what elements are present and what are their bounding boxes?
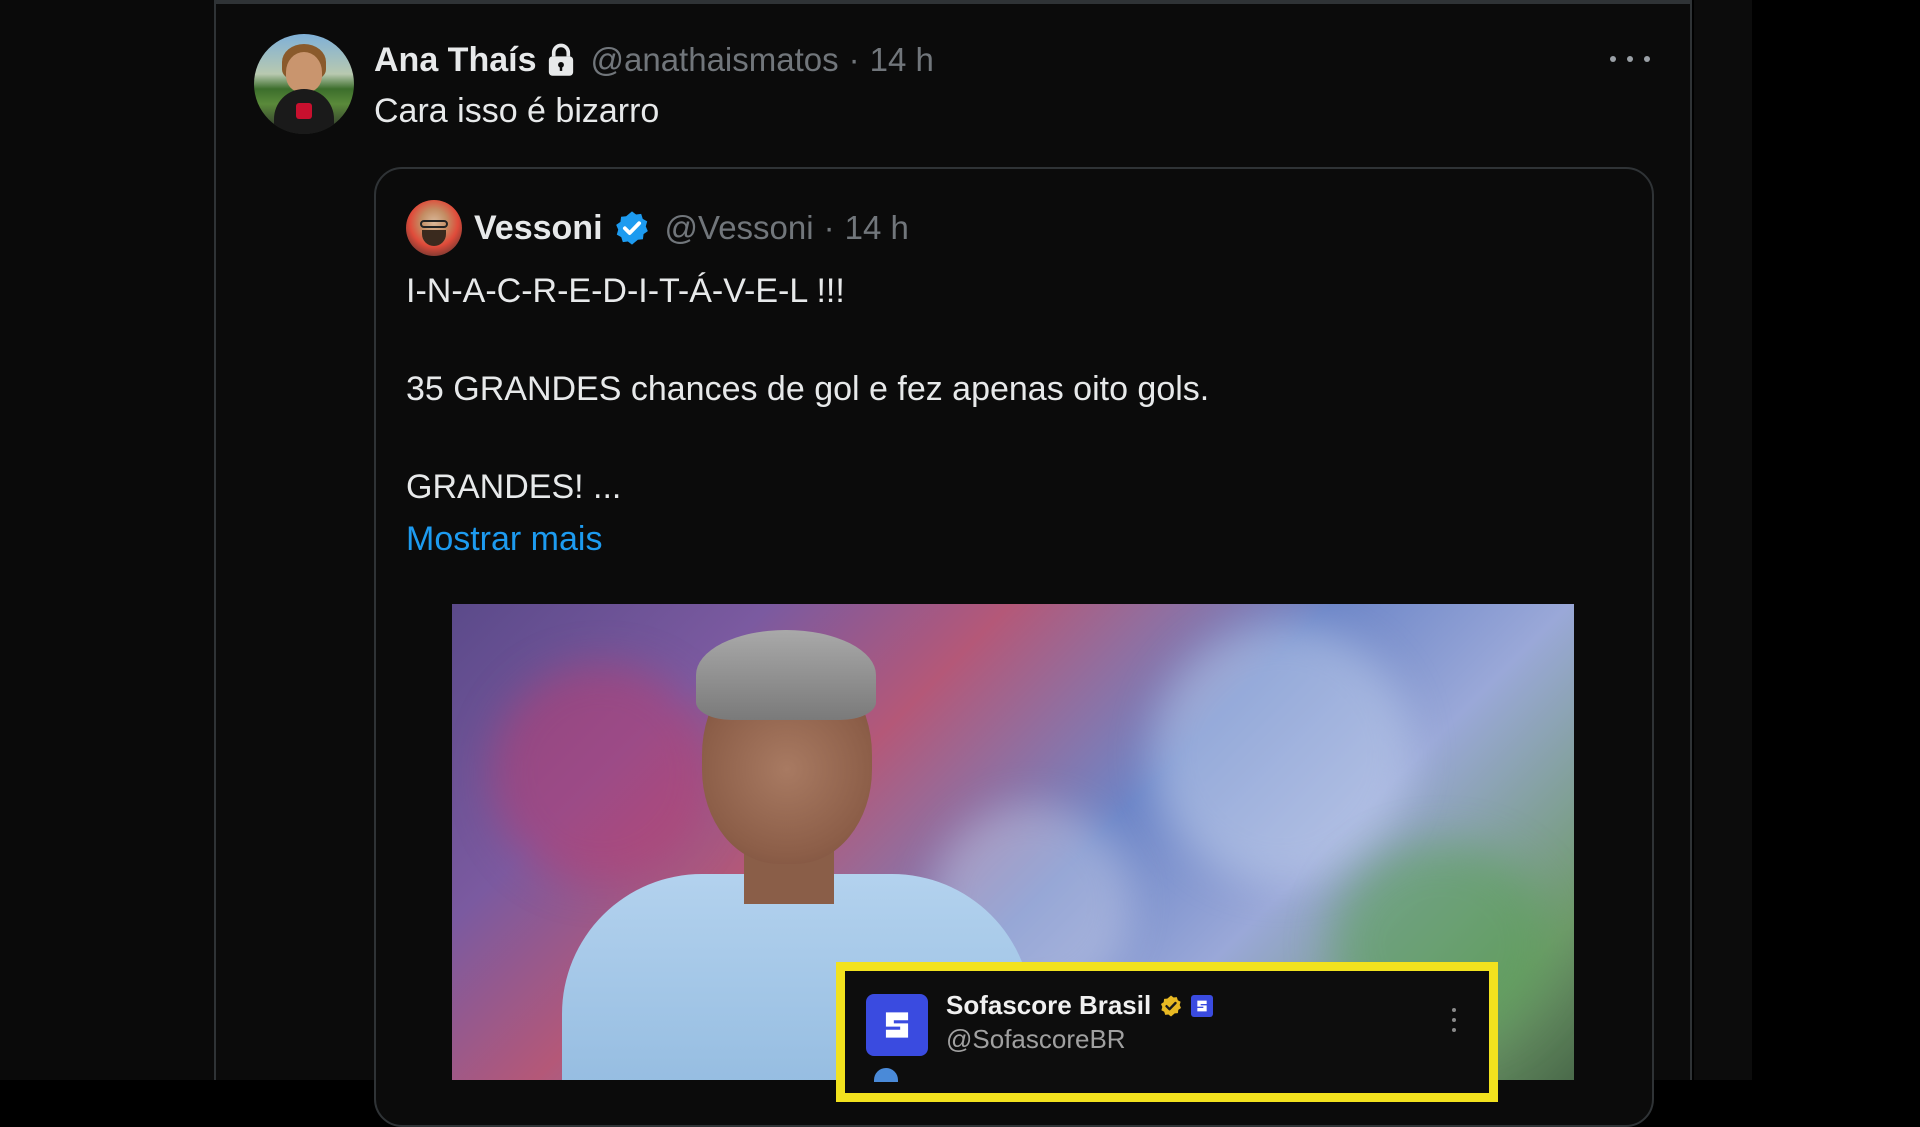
show-more-link[interactable]: Mostrar mais	[406, 520, 602, 559]
timestamp[interactable]: 14 h	[870, 41, 934, 79]
tweet-text: Cara isso é bizarro	[374, 92, 660, 130]
quoted-avatar	[406, 200, 462, 256]
quoted-handle: @Vessoni	[664, 209, 814, 246]
embedded-account-name: Sofascore Brasil	[946, 990, 1214, 1021]
more-icon[interactable]	[1610, 44, 1650, 74]
handle[interactable]: @anathaismatos	[590, 41, 838, 79]
sofascore-logo-icon	[866, 994, 928, 1056]
avatar[interactable]	[254, 34, 354, 134]
affiliate-badge-icon	[1191, 994, 1214, 1017]
quoted-text-line: GRANDES! ...	[406, 468, 622, 506]
embedded-screenshot-card	[836, 962, 1498, 1102]
quoted-tweet-header: Vessoni @Vessoni · 14 h	[474, 206, 909, 250]
divider	[216, 0, 1690, 4]
left-sidebar-area	[0, 0, 214, 1080]
display-name[interactable]: Ana Thaís	[374, 41, 536, 80]
gold-verified-icon	[1159, 994, 1183, 1018]
embedded-account-handle: @SofascoreBR	[946, 1024, 1126, 1054]
separator: ·	[823, 209, 835, 246]
verified-icon	[613, 209, 651, 247]
embedded-account-name-text: Sofascore Brasil	[946, 990, 1152, 1020]
quoted-timestamp: 14 h	[844, 209, 909, 246]
right-sidebar-area	[1694, 0, 1752, 1080]
quoted-text-line: I-N-A-C-R-E-D-I-T-Á-V-E-L !!!	[406, 272, 845, 310]
lock-icon	[546, 43, 576, 77]
quoted-display-name: Vessoni	[474, 208, 603, 247]
tweet-header: Ana Thaís @anathaismatos · 14 h	[374, 38, 934, 82]
separator: ·	[848, 41, 860, 78]
embedded-more-icon	[1452, 1008, 1458, 1032]
quoted-text-line: 35 GRANDES chances de gol e fez apenas o…	[406, 370, 1210, 408]
